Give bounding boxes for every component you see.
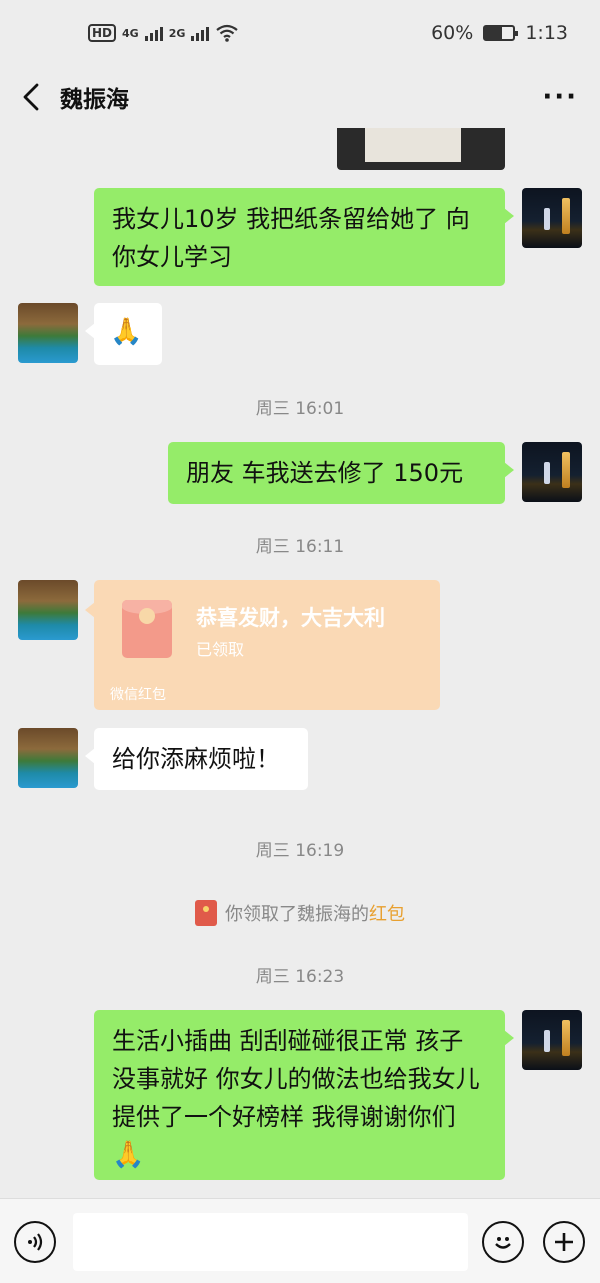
message-bubble-outgoing[interactable]: 生活小插曲 刮刮碰碰很正常 孩子没事就好 你女儿的做法也给我女儿提供了一个好榜样… <box>94 1010 514 1180</box>
plus-button[interactable] <box>543 1221 585 1263</box>
chat-title: 魏振海 <box>60 87 129 113</box>
folded-hands-icon: 🙏 <box>110 317 143 347</box>
battery-icon <box>483 25 519 41</box>
battery-percent: 60% <box>431 22 474 44</box>
message-bubble-incoming[interactable]: 给你添麻烦啦！ <box>85 728 308 790</box>
input-bar <box>0 1198 600 1283</box>
clock: 1:13 <box>525 22 568 44</box>
message-bubble-outgoing[interactable]: 朋友 车我送去修了 150元 <box>168 442 514 504</box>
timestamp: 周三 16:23 <box>255 967 345 987</box>
timestamp: 周三 16:11 <box>255 537 345 557</box>
avatar-self[interactable] <box>522 1010 582 1070</box>
avatar-self[interactable] <box>522 188 582 248</box>
hd-badge: HD <box>88 24 117 42</box>
envelope-coin <box>139 608 155 624</box>
message-bubble-incoming[interactable]: 🙏 <box>85 303 162 365</box>
signal-bars-icon <box>144 25 163 41</box>
signal-indicators: HD 4G 2G <box>88 24 239 42</box>
red-envelope-icon <box>122 600 172 658</box>
system-notice: 你领取了魏振海的 红包 <box>0 900 600 926</box>
system-notice-text: 你领取了魏振海的 <box>225 904 369 925</box>
red-packet-card[interactable]: 恭喜发财，大吉大利 已领取 微信红包 <box>85 580 440 710</box>
red-packet-status: 已领取 <box>196 640 245 659</box>
signal-label-1: 4G <box>122 26 139 40</box>
back-button[interactable] <box>22 77 52 117</box>
red-envelope-icon <box>195 900 217 926</box>
signal-label-2: 2G <box>168 26 186 40</box>
battery-fill <box>485 27 503 39</box>
image-message[interactable] <box>337 128 505 170</box>
wifi-icon <box>216 24 239 42</box>
photo-paper <box>365 128 461 162</box>
folded-hands-icon: 🙏 <box>112 1140 145 1170</box>
signal-bars-icon <box>191 25 210 41</box>
timestamp: 周三 16:01 <box>255 399 345 419</box>
message-bubble-outgoing[interactable]: 我女儿10岁 我把纸条留给她了 向你女儿学习 <box>94 188 514 286</box>
red-packet-link[interactable]: 红包 <box>369 900 405 926</box>
status-right: 60% 1:13 <box>431 22 568 44</box>
red-packet-footer: 微信红包 <box>110 687 166 703</box>
avatar-contact[interactable] <box>18 303 78 363</box>
plus-icon <box>555 1233 573 1251</box>
message-text: 生活小插曲 刮刮碰碰很正常 孩子没事就好 你女儿的做法也给我女儿提供了一个好榜样… <box>112 1027 480 1131</box>
chevron-left-icon <box>23 83 39 111</box>
red-packet-title: 恭喜发财，大吉大利 <box>196 606 385 630</box>
more-button[interactable]: ··· <box>542 84 578 110</box>
emoji-icon <box>495 1237 511 1249</box>
message-list[interactable]: 我女儿10岁 我把纸条留给她了 向你女儿学习 🙏 周三 16:01 朋友 车我送… <box>0 128 600 1198</box>
status-bar: HD 4G 2G 60% 1:13 <box>0 0 600 66</box>
chat-header: 魏振海 ··· <box>0 66 600 128</box>
timestamp: 周三 16:19 <box>255 841 345 861</box>
avatar-contact[interactable] <box>18 580 78 640</box>
avatar-self[interactable] <box>522 442 582 502</box>
avatar-contact[interactable] <box>18 728 78 788</box>
voice-icon <box>28 1233 43 1251</box>
emoji-button[interactable] <box>482 1221 524 1263</box>
voice-button[interactable] <box>14 1221 56 1263</box>
message-input[interactable] <box>73 1213 468 1271</box>
